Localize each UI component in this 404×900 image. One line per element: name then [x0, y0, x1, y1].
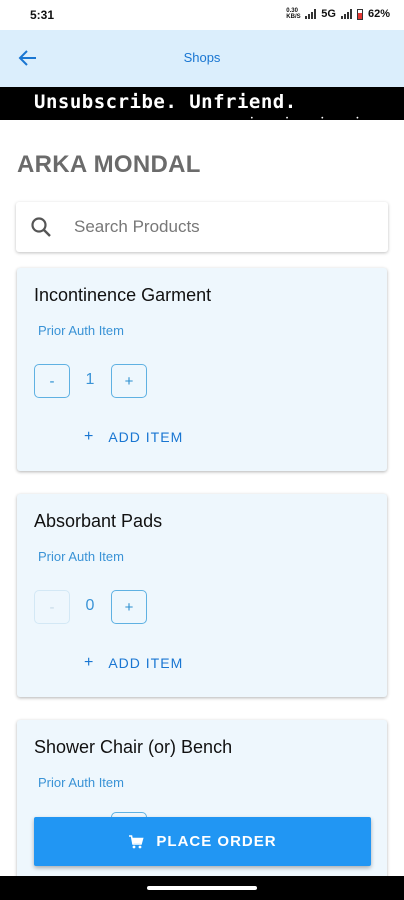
net-speed: 0.30 KB/S	[286, 8, 301, 20]
network-type: 5G	[321, 8, 336, 20]
banner-text: Unsubscribe. Unfriend.	[34, 91, 297, 113]
battery-icon	[356, 8, 363, 20]
cart-icon	[129, 834, 144, 848]
system-nav-bar	[0, 876, 404, 900]
product-name: Incontinence Garment	[34, 285, 212, 305]
banner-ad[interactable]: Unsubscribe. Unfriend. • • • •	[0, 87, 404, 120]
search-icon	[31, 217, 51, 237]
plus-icon: +	[84, 654, 95, 671]
increment-button[interactable]: +	[111, 364, 147, 398]
customer-name: ARKA MONDAL	[17, 151, 201, 178]
signal-icon-2	[340, 9, 352, 19]
status-icons: 0.30 KB/S 5G 62%	[286, 8, 390, 20]
plus-icon: +	[84, 428, 95, 445]
product-subtitle: Prior Auth Item	[38, 323, 124, 338]
product-subtitle: Prior Auth Item	[38, 549, 124, 564]
place-order-button[interactable]: PLACE ORDER	[34, 817, 371, 866]
home-gesture-handle[interactable]	[147, 886, 257, 890]
search-input[interactable]	[74, 214, 364, 240]
increment-button[interactable]: +	[111, 590, 147, 624]
quantity-value: 1	[85, 371, 95, 388]
signal-icon	[305, 9, 317, 19]
banner-decoration: • • • •	[250, 115, 374, 120]
product-card: Shower Chair (or) Bench Prior Auth Item	[17, 720, 387, 900]
add-item-label: ADD ITEM	[108, 655, 184, 671]
add-item-label: ADD ITEM	[108, 429, 184, 445]
product-subtitle: Prior Auth Item	[38, 775, 124, 790]
quantity-value: 0	[85, 597, 95, 614]
product-card: Incontinence Garment Prior Auth Item - 1…	[17, 268, 387, 471]
add-item-button[interactable]: + ADD ITEM	[84, 428, 183, 446]
product-card: Absorbant Pads Prior Auth Item - 0 + + A…	[17, 494, 387, 697]
status-bar: 5:31 0.30 KB/S 5G 62%	[0, 0, 404, 30]
product-name: Shower Chair (or) Bench	[34, 737, 233, 757]
battery-level: 62%	[367, 8, 390, 20]
app-bar: Shops	[0, 30, 404, 87]
decrement-button[interactable]: -	[34, 364, 70, 398]
status-time: 5:31	[30, 8, 55, 22]
product-name: Absorbant Pads	[34, 511, 163, 531]
page-title: Shops	[183, 50, 221, 65]
add-item-button[interactable]: + ADD ITEM	[84, 654, 183, 672]
decrement-button[interactable]: -	[34, 590, 70, 624]
place-order-label: PLACE ORDER	[156, 833, 277, 850]
